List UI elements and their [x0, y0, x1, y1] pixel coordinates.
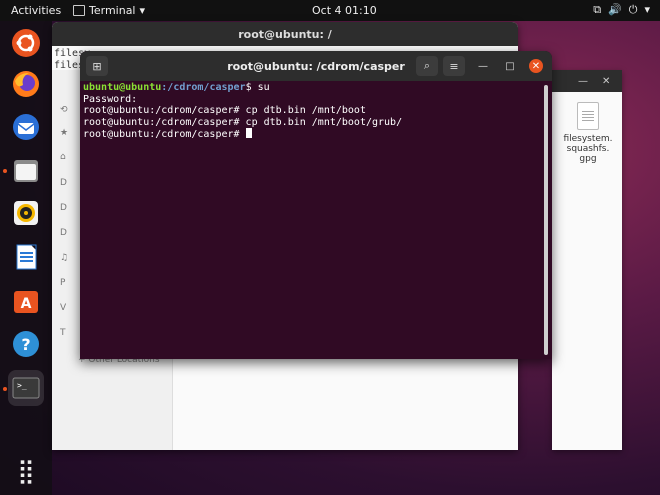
dock-terminal[interactable]: >_ — [8, 370, 44, 406]
sidebar-item-recent[interactable]: ⟲ — [60, 105, 68, 115]
network-icon: ⧉ — [593, 3, 602, 16]
show-applications-button[interactable]: ⣿ — [8, 453, 44, 489]
command-line: root@ubuntu:/cdrom/casper# — [83, 129, 246, 141]
app-name: Terminal — [89, 4, 136, 17]
dock-firefox[interactable] — [8, 66, 44, 102]
ubuntu-logo-icon — [12, 29, 40, 57]
file-browser-header: — ✕ — [552, 70, 622, 92]
dock-files[interactable] — [8, 152, 44, 188]
terminal-icon — [73, 5, 85, 16]
document-icon — [577, 102, 599, 130]
file-manager-header: root@ubuntu: / — [52, 22, 518, 46]
minimize-button[interactable]: — — [476, 59, 490, 73]
dock-ubuntu-software[interactable]: A — [8, 282, 44, 318]
svg-text:A: A — [21, 296, 32, 312]
command-text: $ su — [245, 82, 270, 93]
dock-help[interactable]: ? — [8, 326, 44, 362]
command-line: root@ubuntu:/cdrom/casper# cp dtb.bin /m… — [83, 105, 366, 117]
app-menu[interactable]: Terminal ▾ — [73, 4, 145, 17]
writer-icon — [16, 244, 37, 270]
file-item[interactable]: filesystem. squashfs. gpg — [560, 102, 616, 164]
svg-text:>_: >_ — [17, 381, 27, 390]
dock-libreoffice-writer[interactable] — [8, 239, 44, 275]
terminal-output[interactable]: ubuntu@ubuntu:/cdrom/casper$ su Password… — [83, 82, 402, 141]
svg-text:?: ? — [21, 335, 30, 354]
terminal-header: ⊞ root@ubuntu: /cdrom/casper ⌕ ≡ — □ ✕ — [80, 51, 552, 81]
dock-ubuntu-installer[interactable] — [8, 25, 44, 61]
activities-button[interactable]: Activities — [11, 4, 61, 17]
terminal-window[interactable]: ⊞ root@ubuntu: /cdrom/casper ⌕ ≡ — □ ✕ u… — [80, 51, 552, 359]
sidebar-item-starred[interactable]: ★ — [60, 128, 68, 138]
search-button[interactable]: ⌕ — [416, 56, 438, 76]
help-icon: ? — [13, 331, 39, 357]
running-indicator — [3, 169, 7, 173]
close-button[interactable]: ✕ — [529, 59, 543, 73]
terminal-app-icon: >_ — [12, 377, 40, 399]
dock-rhythmbox[interactable] — [8, 195, 44, 231]
folder-icon — [14, 160, 38, 182]
sidebar-item-trash[interactable]: T — [60, 328, 66, 338]
output-line: Password: — [83, 93, 138, 105]
top-bar: Activities Terminal ▾ Oct 4 01:10 ⧉ 🔊 ⏻ … — [0, 0, 660, 21]
system-tray[interactable]: ⧉ 🔊 ⏻ ▾ — [593, 3, 650, 17]
prompt-path: :/cdrom/casper — [161, 82, 246, 93]
file-manager-title: root@ubuntu: / — [238, 28, 332, 41]
sidebar-item-videos[interactable]: V — [60, 303, 66, 313]
command-line: root@ubuntu:/cdrom/casper# cp dtb.bin /m… — [83, 116, 403, 128]
software-bag-icon: A — [14, 291, 38, 313]
sidebar-item-pictures[interactable]: P — [60, 278, 65, 288]
power-icon: ⏻ — [628, 3, 638, 16]
dock-thunderbird[interactable] — [8, 109, 44, 145]
file-browser-window[interactable]: — ✕ filesystem. squashfs. gpg — [552, 70, 622, 450]
volume-icon: 🔊 — [608, 3, 622, 16]
dock: A ? >_ ⣿ — [0, 21, 52, 495]
sidebar-item-downloads[interactable]: D — [60, 228, 67, 238]
scrollbar[interactable] — [544, 85, 548, 355]
menu-button[interactable]: ≡ — [443, 56, 465, 76]
thunderbird-icon — [13, 114, 39, 140]
prompt-user: ubuntu@ubuntu — [83, 82, 162, 93]
sidebar-item-documents[interactable]: D — [60, 203, 67, 213]
text-cursor — [245, 128, 252, 139]
firefox-icon — [13, 71, 39, 97]
tray-chevron-icon: ▾ — [644, 3, 650, 16]
chevron-down-icon: ▾ — [139, 4, 146, 17]
minimize-button[interactable]: — — [578, 76, 588, 87]
sidebar-item-music[interactable]: ♫ — [60, 253, 68, 263]
maximize-button[interactable]: □ — [503, 59, 517, 73]
file-name: filesystem. squashfs. gpg — [563, 134, 613, 164]
sidebar-item-desktop[interactable]: D — [60, 178, 67, 188]
clock[interactable]: Oct 4 01:10 — [312, 4, 392, 17]
rhythmbox-icon — [14, 201, 38, 225]
sidebar-item-home[interactable]: ⌂ — [60, 152, 66, 162]
running-indicator — [3, 387, 7, 391]
close-button[interactable]: ✕ — [602, 76, 610, 87]
